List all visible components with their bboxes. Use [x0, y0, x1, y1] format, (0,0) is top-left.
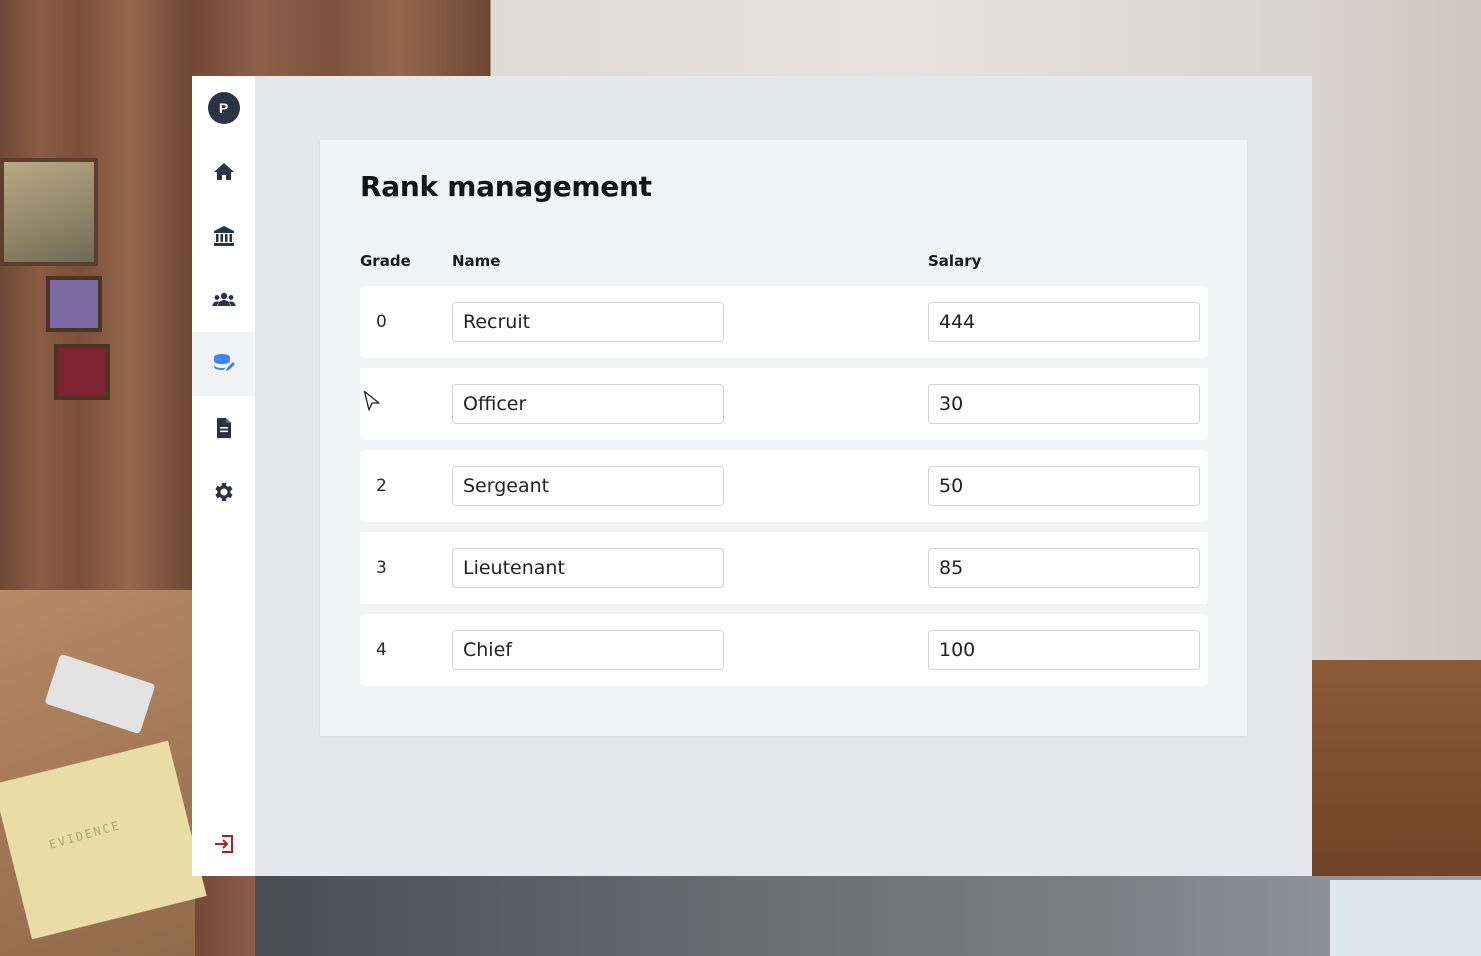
logout-icon	[214, 835, 233, 853]
rank-name-input[interactable]	[452, 630, 724, 670]
rank-name-input[interactable]	[452, 384, 724, 424]
rank-grade: 0	[376, 312, 387, 332]
column-header-salary: Salary	[928, 252, 982, 270]
rank-management-card: Rank management Grade Name Salary 0 Recr…	[320, 140, 1247, 736]
sidebar-item-documents[interactable]	[192, 396, 255, 460]
users-icon	[212, 292, 235, 306]
page-title: Rank management	[360, 170, 652, 203]
bank-icon	[213, 226, 234, 246]
app-window: P Rank management Grade Name Salary 0 Re…	[192, 76, 1312, 876]
background-medal-frame	[46, 276, 102, 332]
rank-list: 0 2 3	[360, 286, 1208, 696]
background-briefcase	[1312, 660, 1481, 876]
mouse-cursor-icon	[363, 390, 380, 411]
home-icon	[213, 163, 234, 180]
table-row: 0	[360, 286, 1208, 358]
rank-salary-input[interactable]	[928, 548, 1200, 588]
sidebar-item-bank[interactable]	[192, 204, 255, 268]
rank-salary-input[interactable]	[928, 384, 1200, 424]
sidebar-item-settings[interactable]	[192, 460, 255, 524]
background-tissue-box	[1330, 880, 1481, 956]
table-row: 3	[360, 532, 1208, 604]
rank-salary-input[interactable]	[928, 630, 1200, 670]
rank-salary-input[interactable]	[928, 466, 1200, 506]
document-icon	[216, 418, 231, 438]
sidebar-item-users[interactable]	[192, 268, 255, 332]
gear-icon	[214, 483, 233, 501]
rank-salary-input[interactable]	[928, 302, 1200, 342]
sidebar-item-ranks[interactable]	[192, 332, 255, 396]
column-header-grade: Grade	[360, 252, 411, 270]
sidebar-item-home[interactable]	[192, 140, 255, 204]
background-floor	[255, 876, 1481, 956]
main-content: Rank management Grade Name Salary 0 Recr…	[255, 76, 1312, 876]
background-picture-frame	[0, 158, 98, 266]
rank-grade: 4	[376, 640, 387, 660]
table-row: 2	[360, 450, 1208, 522]
avatar[interactable]: P	[207, 92, 240, 124]
logout-button[interactable]	[192, 828, 255, 860]
table-header: Grade Name Salary	[360, 252, 1208, 272]
rank-name-input[interactable]	[452, 548, 724, 588]
sidebar: P	[192, 76, 255, 876]
database-edit-icon	[213, 354, 235, 371]
rank-grade: 3	[376, 558, 387, 578]
background-medal-frame	[54, 344, 110, 400]
table-row: 4	[360, 614, 1208, 686]
rank-grade: 2	[376, 476, 387, 496]
rank-name-input[interactable]	[452, 466, 724, 506]
column-header-name: Name	[452, 252, 501, 270]
table-row	[360, 368, 1208, 440]
rank-name-input[interactable]	[452, 302, 724, 342]
